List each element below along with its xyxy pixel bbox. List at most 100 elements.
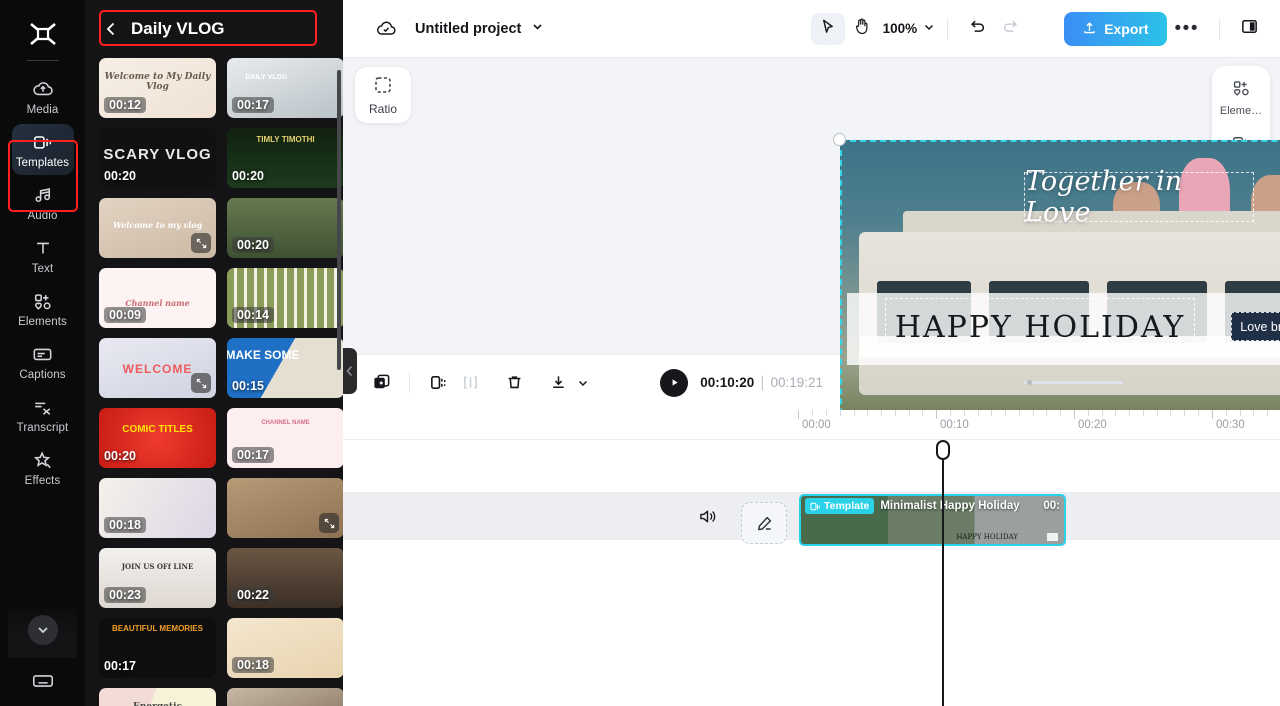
- toolbar-divider-2: [1219, 18, 1220, 39]
- template-card[interactable]: COMIC TITLES 00:20: [99, 408, 216, 468]
- template-caption: Welcome to My Daily Vlog: [104, 72, 211, 92]
- split-clip-icon[interactable]: [422, 368, 454, 398]
- sparkle-star-icon: [32, 449, 54, 471]
- keyboard-icon: [31, 670, 55, 692]
- template-card[interactable]: WELCOME: [99, 338, 216, 398]
- collapse-panel-button[interactable]: [343, 348, 357, 394]
- clip-overlay-title: HAPPY HOLIDAY: [956, 533, 1018, 541]
- template-card[interactable]: MAKE SOME 00:15: [227, 338, 343, 398]
- timeline-ruler[interactable]: 00:00 00:10 00:20 00:30 00:40 00:50: [343, 410, 1280, 440]
- more-options-button[interactable]: •••: [1167, 18, 1207, 40]
- add-media-icon[interactable]: [365, 368, 397, 398]
- keyboard-shortcuts-button[interactable]: [0, 670, 85, 692]
- sidebar-item-label: Elements: [18, 316, 67, 328]
- templates-icon: [810, 502, 820, 510]
- sidebar-item-effects[interactable]: Effects: [12, 442, 74, 493]
- template-card[interactable]: 00:14: [227, 268, 343, 328]
- template-card[interactable]: BEAUTIFUL MEMORIES 00:17: [99, 618, 216, 678]
- sidebar-item-captions[interactable]: Captions: [12, 336, 74, 387]
- right-panel-label: Eleme…: [1219, 105, 1263, 117]
- templates-icon: [31, 131, 55, 153]
- template-card[interactable]: [227, 688, 343, 706]
- back-button[interactable]: [103, 21, 119, 37]
- redo-button[interactable]: [994, 13, 1028, 45]
- resize-handle-top-left[interactable]: [833, 133, 846, 146]
- template-card[interactable]: DAILY VLOG 00:17: [227, 58, 343, 118]
- ruler-label: 00:20: [1078, 419, 1107, 431]
- sidebar-item-media[interactable]: Media: [12, 71, 74, 122]
- template-card[interactable]: TIMLY TIMOTHI 00:20: [227, 128, 343, 188]
- chevron-down-icon: [531, 20, 544, 38]
- undo-icon: [968, 17, 986, 40]
- timeline[interactable]: 00:00 00:10 00:20 00:30 00:40 00:50: [343, 410, 1280, 706]
- expand-icon[interactable]: [191, 373, 211, 393]
- sidebar-item-label: Templates: [15, 157, 70, 169]
- delete-icon[interactable]: [498, 368, 530, 398]
- template-duration: 00:18: [104, 517, 146, 533]
- export-button[interactable]: Export: [1064, 11, 1167, 46]
- ruler-label: 00:10: [940, 419, 969, 431]
- play-button[interactable]: [660, 368, 689, 397]
- template-duration: 00:14: [232, 307, 274, 323]
- crop-icon[interactable]: [454, 368, 486, 398]
- template-card[interactable]: [227, 478, 343, 538]
- toolbar-divider: [947, 18, 949, 39]
- template-card[interactable]: 00:22: [227, 548, 343, 608]
- speaker-icon[interactable]: [698, 508, 717, 530]
- capcut-logo-icon[interactable]: [21, 14, 65, 54]
- template-card[interactable]: Channel name 00:09: [99, 268, 216, 328]
- download-options-chevron-icon[interactable]: [574, 368, 592, 398]
- expand-icon[interactable]: [191, 233, 211, 253]
- sidebar-item-audio[interactable]: Audio: [12, 177, 74, 228]
- expand-icon[interactable]: [319, 513, 339, 533]
- preview-stage: Ratio Eleme… Basic: [343, 58, 1280, 530]
- template-card[interactable]: SCARY VLOG 00:20: [99, 128, 216, 188]
- sidebar-scroll-more[interactable]: [8, 602, 77, 658]
- template-duration: 00:20: [232, 237, 274, 253]
- template-card[interactable]: Welcome to My Daily Vlog 00:12: [99, 58, 216, 118]
- template-card[interactable]: JOIN US OFf LINE 00:23: [99, 548, 216, 608]
- template-card[interactable]: Welcome to my vlog: [99, 198, 216, 258]
- right-panel-item-elements[interactable]: Eleme…: [1220, 78, 1262, 117]
- template-card[interactable]: 00:18: [99, 478, 216, 538]
- cloud-saved-icon[interactable]: [375, 19, 397, 39]
- clip-name: Minimalist Happy Holiday: [880, 500, 1020, 512]
- download-icon[interactable]: [542, 368, 574, 398]
- zoom-level-dropdown[interactable]: 100%: [883, 21, 936, 36]
- ratio-button[interactable]: Ratio: [355, 67, 411, 123]
- project-name-dropdown[interactable]: Untitled project: [415, 20, 544, 38]
- sidebar-item-label: Audio: [27, 210, 58, 222]
- clip-duration: 00:: [1043, 500, 1060, 512]
- template-card[interactable]: Energetic: [99, 688, 216, 706]
- sidebar-item-transcript[interactable]: Transcript: [12, 389, 74, 440]
- ratio-label: Ratio: [368, 101, 397, 116]
- sidebar-item-templates[interactable]: Templates: [11, 124, 74, 175]
- sidebar-item-label: Captions: [19, 369, 66, 381]
- template-duration: 00:17: [232, 447, 274, 463]
- template-card[interactable]: CHANNEL NAME 00:17: [227, 408, 343, 468]
- split-panel-icon: [1240, 17, 1259, 41]
- template-caption: COMIC TITLES: [122, 424, 193, 435]
- template-card[interactable]: 00:20: [227, 198, 343, 258]
- select-tool-button[interactable]: [810, 12, 845, 45]
- main-area: Untitled project 100% Export ••• Ratio E…: [343, 0, 1280, 706]
- sidebar-item-elements[interactable]: Elements: [12, 283, 74, 334]
- sidebar-item-text[interactable]: Text: [12, 230, 74, 281]
- undo-button[interactable]: [960, 13, 994, 45]
- template-duration: 00:12: [104, 97, 146, 113]
- template-caption: DAILY VLOG: [245, 74, 288, 81]
- template-duration: 00:20: [104, 169, 136, 183]
- template-card[interactable]: 00:18: [227, 618, 343, 678]
- timeline-zoom-slider[interactable]: [1023, 380, 1123, 385]
- chevron-down-icon[interactable]: [27, 615, 58, 645]
- template-duration: 00:09: [104, 307, 146, 323]
- zoom-slider-knob[interactable]: [1027, 380, 1032, 385]
- playhead-handle[interactable]: [936, 440, 950, 460]
- edit-clip-button[interactable]: [741, 502, 787, 544]
- hand-tool-button[interactable]: [845, 13, 879, 45]
- clip-template-badge: Template: [805, 498, 875, 514]
- playhead[interactable]: [936, 440, 950, 706]
- layout-toggle-button[interactable]: [1232, 13, 1266, 45]
- panel-scrollbar[interactable]: [337, 70, 341, 370]
- timeline-clip[interactable]: Template Minimalist Happy Holiday 00: HA…: [799, 494, 1066, 546]
